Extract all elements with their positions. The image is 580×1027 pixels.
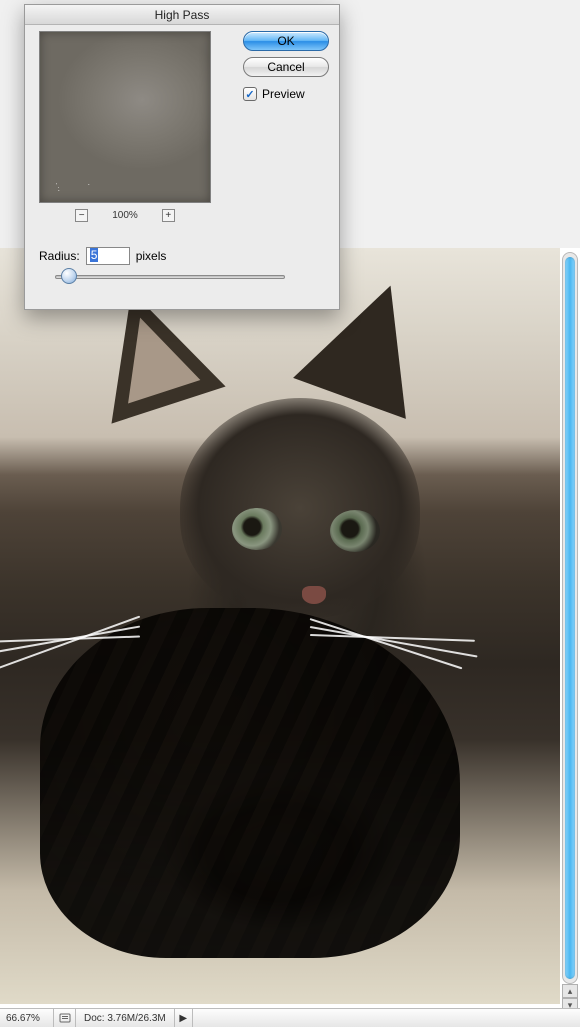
image-shape [302, 586, 326, 604]
preview-zoom-value: 100% [112, 210, 138, 221]
image-shape [232, 508, 282, 550]
status-bar: 66.67% Doc: 3.76M/26.3M ▶ [0, 1008, 580, 1027]
high-pass-dialog: High Pass − 100% + OK Cancel ✓ Preview R… [24, 4, 340, 310]
radius-slider-track[interactable] [55, 275, 285, 279]
status-flyout-icon[interactable]: ▶ [175, 1009, 193, 1027]
radius-label: Radius: [39, 249, 80, 263]
filter-preview-image[interactable] [39, 31, 211, 203]
image-shape [330, 510, 380, 552]
preview-checkbox[interactable]: ✓ [243, 87, 257, 101]
cancel-button[interactable]: Cancel [243, 57, 329, 77]
image-content [0, 248, 560, 1004]
radius-input[interactable]: 5 [86, 247, 130, 265]
preview-checkbox-label: Preview [262, 87, 305, 101]
dialog-title: High Pass [25, 5, 339, 25]
document-info-icon[interactable] [54, 1009, 76, 1027]
document-size-info: Doc: 3.76M/26.3M [76, 1009, 175, 1027]
ok-button[interactable]: OK [243, 31, 329, 51]
scrollbar-arrow-up-icon[interactable]: ▴ [562, 984, 578, 998]
scrollbar-thumb[interactable] [565, 257, 575, 979]
zoom-level[interactable]: 66.67% [0, 1009, 54, 1027]
radius-unit-label: pixels [136, 249, 167, 263]
zoom-in-button[interactable]: + [162, 209, 175, 222]
document-canvas[interactable] [0, 248, 580, 1008]
zoom-out-button[interactable]: − [75, 209, 88, 222]
image-shape [180, 398, 420, 618]
image-shape [40, 608, 460, 958]
preview-checkbox-row[interactable]: ✓ Preview [243, 87, 329, 101]
vertical-scrollbar[interactable] [562, 252, 578, 984]
radius-slider-thumb[interactable] [61, 268, 77, 284]
